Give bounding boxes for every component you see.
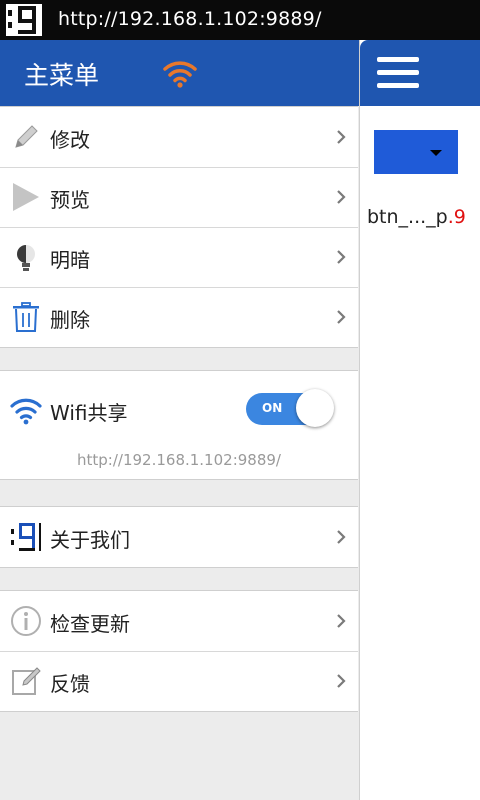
- button-image-name: btn_..._p.9: [367, 206, 466, 228]
- menu-group-about: 关于我们: [0, 506, 358, 568]
- drawer-header: 主菜单: [0, 40, 359, 106]
- menu-item-label: 反馈: [50, 672, 90, 696]
- menu-item-delete[interactable]: 删除: [0, 287, 358, 347]
- content-header: [360, 40, 480, 106]
- button-image-name-suffix: .9: [447, 206, 466, 228]
- menu-item-edit[interactable]: 修改: [0, 107, 358, 168]
- main-content: btn_..._p.9: [359, 40, 480, 800]
- trash-icon: [13, 302, 39, 332]
- menu-item-label: 修改: [50, 128, 90, 152]
- menu-group-edit: 修改 预览 明暗 删除: [0, 106, 358, 348]
- toggle-state-label: ON: [262, 401, 283, 415]
- dropdown-select[interactable]: [374, 130, 458, 174]
- drawer-title: 主菜单: [24, 61, 100, 90]
- menu-item-check-update[interactable]: 检查更新: [0, 591, 358, 652]
- app-logo-icon: [10, 521, 42, 553]
- wifi-icon: [10, 398, 42, 425]
- bulb-icon: [17, 245, 35, 271]
- app-logo-icon: [6, 4, 42, 36]
- menu-item-label: 删除: [50, 308, 90, 332]
- menu-group-wifi: Wifi共享 ON http://192.168.1.102:9889/: [0, 370, 358, 480]
- menu-item-preview[interactable]: 预览: [0, 167, 358, 228]
- wifi-share-url: http://192.168.1.102:9889/: [77, 451, 281, 469]
- chevron-down-icon: [430, 150, 442, 156]
- chevron-right-icon: [337, 530, 346, 544]
- menu-item-label: 预览: [50, 188, 90, 212]
- wifi-icon: [163, 61, 197, 88]
- chevron-right-icon: [337, 250, 346, 264]
- pencil-icon: [15, 125, 38, 148]
- chevron-right-icon: [337, 190, 346, 204]
- chevron-right-icon: [337, 310, 346, 324]
- edit-note-icon: [12, 667, 41, 695]
- menu-item-brightness[interactable]: 明暗: [0, 227, 358, 288]
- toggle-knob[interactable]: [296, 389, 334, 427]
- menu-item-label: 明暗: [50, 248, 90, 272]
- chevron-right-icon: [337, 614, 346, 628]
- menu-item-about[interactable]: 关于我们: [0, 507, 358, 567]
- wifi-share-toggle[interactable]: ON: [246, 389, 336, 429]
- menu-group-support: 检查更新 反馈: [0, 590, 358, 712]
- status-bar: http://192.168.1.102:9889/: [0, 0, 480, 40]
- menu-item-label: 检查更新: [50, 612, 130, 636]
- play-icon: [13, 183, 39, 211]
- info-icon: [11, 606, 41, 636]
- chevron-right-icon: [337, 130, 346, 144]
- menu-icon[interactable]: [377, 57, 419, 89]
- button-image-name-main: btn_..._p: [367, 206, 448, 228]
- chevron-right-icon: [337, 674, 346, 688]
- menu-item-label: 关于我们: [50, 528, 130, 552]
- status-url: http://192.168.1.102:9889/: [58, 8, 322, 30]
- navigation-drawer: 主菜单 修改 预览 明暗 删除 Wifi共享 ON http://192.168…: [0, 40, 359, 800]
- wifi-share-label: Wifi共享: [50, 401, 128, 425]
- menu-item-feedback[interactable]: 反馈: [0, 651, 358, 711]
